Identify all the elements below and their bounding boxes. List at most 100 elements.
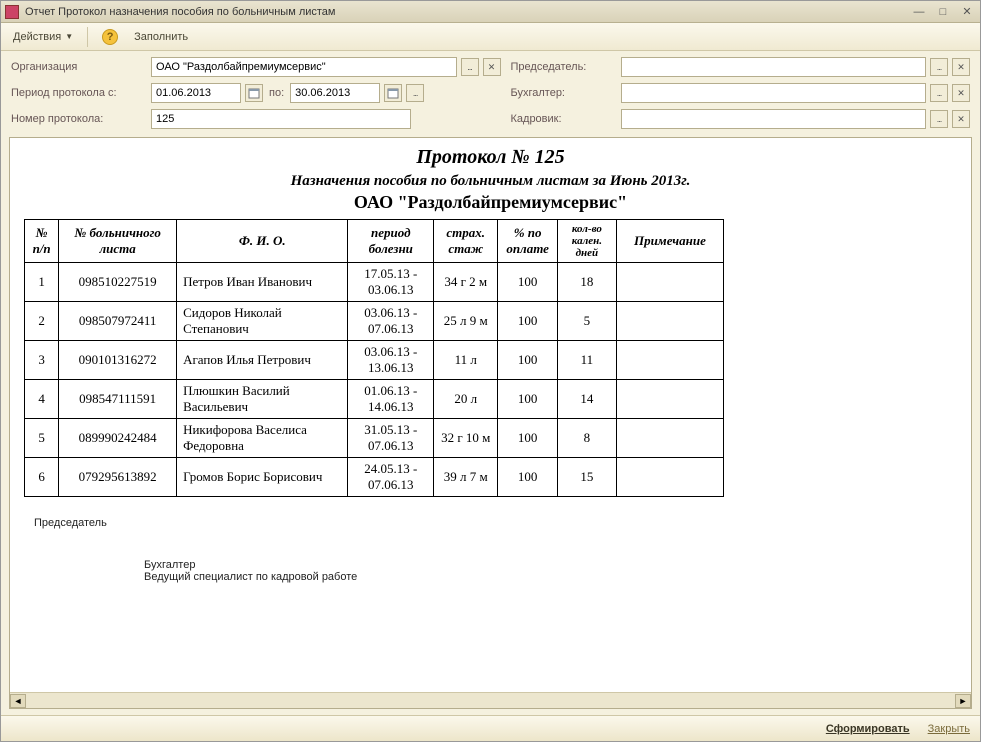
accountant-lookup-button[interactable]: ... [930, 84, 948, 102]
fill-label: Заполнить [134, 31, 188, 43]
minimize-button[interactable]: ― [910, 4, 928, 20]
cell-percent: 100 [498, 302, 558, 341]
close-window-button[interactable]: ✕ [958, 4, 976, 20]
hr-lookup-button[interactable]: ... [930, 110, 948, 128]
report-org: ОАО "Раздолбайпремиумсервис" [24, 192, 957, 213]
scroll-right-button[interactable]: ► [955, 694, 971, 708]
fill-button[interactable]: Заполнить [128, 29, 194, 45]
cell-period: 31.05.13 - 07.06.13 [348, 419, 434, 458]
cell-n: 3 [25, 341, 59, 380]
accountant-clear-button[interactable]: ✕ [952, 84, 970, 102]
cell-note [616, 458, 723, 497]
cell-sheet: 089990242484 [59, 419, 177, 458]
cell-days: 11 [557, 341, 616, 380]
window: Отчет Протокол назначения пособия по бол… [0, 0, 981, 742]
date-to-input[interactable]: 30.06.2013 [290, 83, 380, 103]
cell-period: 24.05.13 - 07.06.13 [348, 458, 434, 497]
cell-fio: Сидоров Николай Степанович [177, 302, 348, 341]
table-body: 1098510227519Петров Иван Иванович17.05.1… [25, 263, 724, 497]
cell-note [616, 341, 723, 380]
cell-days: 18 [557, 263, 616, 302]
cell-sheet: 090101316272 [59, 341, 177, 380]
close-button[interactable]: Закрыть [928, 723, 970, 735]
cell-percent: 100 [498, 419, 558, 458]
number-input[interactable]: 125 [151, 109, 411, 129]
sign-chairman: Председатель [34, 517, 957, 529]
period-label: Период протокола с: [11, 87, 141, 99]
cell-n: 4 [25, 380, 59, 419]
cell-sheet: 098510227519 [59, 263, 177, 302]
col-note: Примечание [616, 220, 723, 263]
org-label: Организация [11, 61, 141, 73]
hr-label: Кадровик: [511, 113, 611, 125]
table-row: 5089990242484Никифорова Васелиса Федоров… [25, 419, 724, 458]
cell-note [616, 380, 723, 419]
accountant-field-wrap: ... ✕ [621, 83, 971, 103]
table-row: 1098510227519Петров Иван Иванович17.05.1… [25, 263, 724, 302]
cell-stazh: 39 л 7 м [434, 458, 498, 497]
cell-percent: 100 [498, 380, 558, 419]
org-field-wrap: ОАО "Раздолбайпремиумсервис" ... ✕ [151, 57, 501, 77]
toolbar: Действия ▼ ? Заполнить [1, 23, 980, 51]
signature-block: Председатель Бухгалтер Ведущий специалис… [24, 517, 957, 583]
cell-fio: Петров Иван Иванович [177, 263, 348, 302]
cell-n: 2 [25, 302, 59, 341]
sign-hr: Ведущий специалист по кадровой работе [144, 571, 957, 583]
period-choose-button[interactable]: ... [406, 84, 424, 102]
generate-button[interactable]: Сформировать [826, 723, 910, 735]
bottom-bar: Сформировать Закрыть [1, 715, 980, 741]
cell-note [616, 263, 723, 302]
date-to-value: 30.06.2013 [295, 87, 350, 99]
org-value: ОАО "Раздолбайпремиумсервис" [156, 61, 326, 73]
chairman-field-wrap: ... ✕ [621, 57, 971, 77]
date-from-input[interactable]: 01.06.2013 [151, 83, 241, 103]
chairman-lookup-button[interactable]: ... [930, 58, 948, 76]
accountant-input[interactable] [621, 83, 927, 103]
cell-days: 14 [557, 380, 616, 419]
col-n: № п/п [25, 220, 59, 263]
app-icon [5, 5, 19, 19]
horizontal-scrollbar[interactable]: ◄ ► [10, 692, 971, 708]
form-panel: Организация ОАО "Раздолбайпремиумсервис"… [1, 51, 980, 133]
number-label: Номер протокола: [11, 113, 141, 125]
cell-days: 5 [557, 302, 616, 341]
actions-menu-button[interactable]: Действия ▼ [7, 29, 79, 45]
cell-fio: Плюшкин Василий Васильевич [177, 380, 348, 419]
cell-stazh: 11 л [434, 341, 498, 380]
chairman-input[interactable] [621, 57, 927, 77]
toolbar-separator [87, 27, 88, 47]
titlebar: Отчет Протокол назначения пособия по бол… [1, 1, 980, 23]
cell-period: 03.06.13 - 07.06.13 [348, 302, 434, 341]
org-lookup-button[interactable]: ... [461, 58, 479, 76]
hr-clear-button[interactable]: ✕ [952, 110, 970, 128]
actions-label: Действия [13, 31, 61, 43]
cell-fio: Агапов Илья Петрович [177, 341, 348, 380]
cell-period: 17.05.13 - 03.06.13 [348, 263, 434, 302]
col-period: период болезни [348, 220, 434, 263]
cell-stazh: 20 л [434, 380, 498, 419]
col-percent: % по оплате [498, 220, 558, 263]
maximize-button[interactable]: □ [934, 4, 952, 20]
date-from-calendar-button[interactable] [245, 84, 263, 102]
sign-accountant: Бухгалтер [144, 559, 957, 571]
cell-n: 6 [25, 458, 59, 497]
chevron-down-icon: ▼ [65, 32, 73, 41]
org-input[interactable]: ОАО "Раздолбайпремиумсервис" [151, 57, 457, 77]
report-table: № п/п № больничного листа Ф. И. О. перио… [24, 219, 724, 497]
help-button[interactable]: ? [96, 27, 124, 47]
cell-stazh: 32 г 10 м [434, 419, 498, 458]
period-field-wrap: 01.06.2013 по: 30.06.2013 ... [151, 83, 501, 103]
chairman-clear-button[interactable]: ✕ [952, 58, 970, 76]
scroll-left-button[interactable]: ◄ [10, 694, 26, 708]
cell-percent: 100 [498, 458, 558, 497]
cell-fio: Громов Борис Борисович [177, 458, 348, 497]
date-to-calendar-button[interactable] [384, 84, 402, 102]
hr-input[interactable] [621, 109, 927, 129]
cell-percent: 100 [498, 341, 558, 380]
cell-stazh: 25 л 9 м [434, 302, 498, 341]
col-fio: Ф. И. О. [177, 220, 348, 263]
org-clear-button[interactable]: ✕ [483, 58, 501, 76]
table-row: 2098507972411Сидоров Николай Степанович0… [25, 302, 724, 341]
report-subtitle: Назначения пособия по больничным листам … [24, 173, 957, 190]
cell-percent: 100 [498, 263, 558, 302]
